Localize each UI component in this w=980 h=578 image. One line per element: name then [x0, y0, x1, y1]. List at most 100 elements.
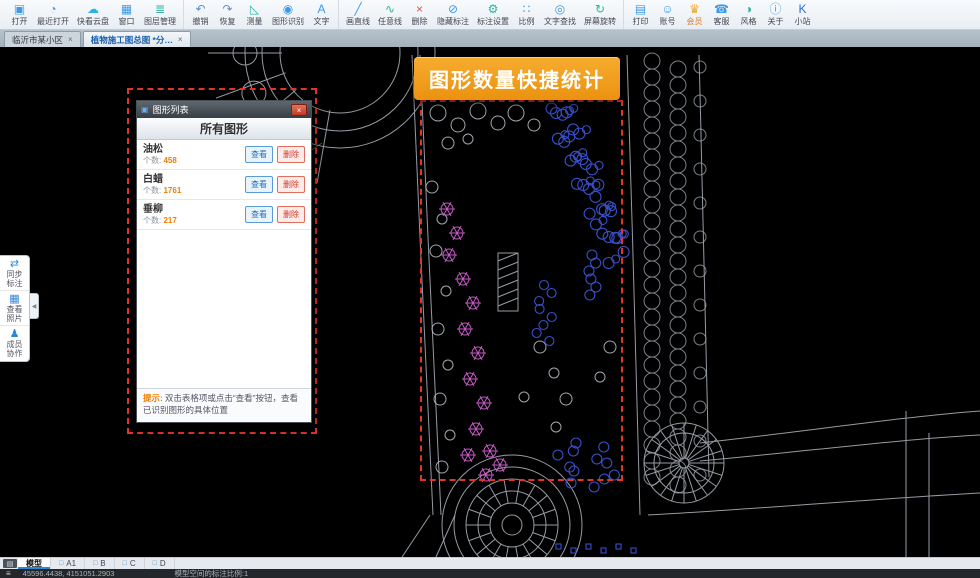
- dialog-close-button[interactable]: ×: [291, 104, 307, 116]
- shape-recognize-icon: ◉: [283, 3, 293, 16]
- vip-member-button[interactable]: ♛ 会员: [681, 0, 708, 29]
- toolbar-button-label: 打开: [12, 17, 28, 26]
- measure-button[interactable]: ◺ 测量: [241, 0, 268, 29]
- member-collab-button[interactable]: ♟ 成员协作: [0, 326, 29, 361]
- text-icon: A: [317, 3, 325, 16]
- tab-model[interactable]: 模型: [18, 558, 51, 569]
- toolbar-group-file: ▣ 打开 ◔ 最近打开 ☁ 快看云盘 ▦ 窗口 ≣ 图层管理: [3, 0, 184, 29]
- dialog-title-bar[interactable]: ▣ 图形列表 ×: [137, 101, 311, 118]
- toolbar-button-label: 画直线: [346, 17, 370, 26]
- cloud-icon: ☁: [87, 3, 99, 16]
- toolbar-button-label: 账号: [660, 17, 676, 26]
- tab-document-2-active[interactable]: 植物施工图总图 *分… ×: [83, 31, 191, 47]
- layer-manager-button[interactable]: ≣ 图层管理: [140, 0, 180, 29]
- tab-model-label: 模型: [26, 558, 42, 569]
- shape-list-row[interactable]: 油松 个数: 458 查看 删除: [137, 140, 311, 170]
- draw-line-button[interactable]: ╱ 画直线: [342, 0, 374, 29]
- account-button[interactable]: ☺ 账号: [654, 0, 681, 29]
- tab-label: 临沂市某小区: [12, 34, 63, 46]
- view-button[interactable]: 查看: [245, 146, 273, 163]
- tab-sheet[interactable]: □ A1: [51, 558, 85, 569]
- hide-annotation-button[interactable]: ⊘ 隐藏标注: [433, 0, 473, 29]
- delete-button[interactable]: 删除: [277, 146, 305, 163]
- tab-document-1[interactable]: 临沂市某小区 ×: [4, 31, 81, 47]
- freehand-line-button[interactable]: ∿ 任意线: [374, 0, 406, 29]
- window-button[interactable]: ▦ 窗口: [113, 0, 140, 29]
- view-button[interactable]: 查看: [245, 176, 273, 193]
- delete-tool-button[interactable]: × 删除: [406, 0, 433, 29]
- cloud-drive-button[interactable]: ☁ 快看云盘: [73, 0, 113, 29]
- view-button[interactable]: 查看: [245, 206, 273, 223]
- toolbar-button-label: 最近打开: [37, 17, 69, 26]
- panel-item-label: 成员协作: [6, 341, 24, 359]
- open-button[interactable]: ▣ 打开: [6, 0, 33, 29]
- delete-button[interactable]: 删除: [277, 206, 305, 223]
- shape-recognize-button[interactable]: ◉ 图形识别: [268, 0, 308, 29]
- shape-list-row[interactable]: 白蜡 个数: 1761 查看 删除: [137, 170, 311, 200]
- line-icon: ╱: [354, 3, 361, 16]
- panel-collapse-handle[interactable]: ◀: [30, 293, 39, 319]
- support-button[interactable]: ☎ 客服: [708, 0, 735, 29]
- sync-annotation-button[interactable]: ⇄ 同步标注: [0, 256, 29, 291]
- dialog-hint: 提示:双击表格项或点击“查看”按钮，查看已识别图形的具体位置: [137, 388, 311, 422]
- row-actions: 查看 删除: [245, 146, 305, 163]
- menu-icon[interactable]: ≡: [6, 569, 11, 578]
- shape-list-row[interactable]: 垂柳 个数: 217 查看 删除: [137, 200, 311, 230]
- toolbar-button-label: 文字: [314, 17, 330, 26]
- shape-info: 白蜡 个数: 1761: [143, 174, 245, 196]
- panel-item-label: 查看照片: [6, 306, 24, 324]
- left-tool-panel: ⇄ 同步标注 ▦ 查看照片 ♟ 成员协作: [0, 255, 30, 362]
- text-find-button[interactable]: ◎ 文字查找: [540, 0, 580, 29]
- tab-sheet[interactable]: □ B: [85, 558, 115, 569]
- screen-rotate-button[interactable]: ↻ 屏幕旋转: [580, 0, 620, 29]
- close-icon[interactable]: ×: [178, 35, 183, 44]
- user-icon: ☺: [661, 3, 673, 16]
- vip-crown-icon: ♛: [689, 3, 700, 16]
- annotation-settings-button[interactable]: ⚙ 标注设置: [473, 0, 513, 29]
- mini-site-button[interactable]: K 小站: [789, 0, 816, 29]
- redo-button[interactable]: ↷ 恢复: [214, 0, 241, 29]
- shape-count: 个数: 458: [143, 156, 245, 166]
- dialog-app-icon: ▣: [141, 105, 149, 114]
- recent-open-button[interactable]: ◔ 最近打开: [33, 0, 73, 29]
- sheet-page-icon: □: [123, 560, 127, 567]
- text-button[interactable]: A 文字: [308, 0, 335, 29]
- shape-info: 油松 个数: 458: [143, 144, 245, 166]
- coordinates-readout: 45596.4438, 4151051.2903: [23, 569, 115, 578]
- toolbar-button-label: 打印: [633, 17, 649, 26]
- status-bar: ≡ 45596.4438, 4151051.2903 模型空间的标注比例:1: [0, 569, 980, 578]
- toolbar-button-label: 图层管理: [144, 17, 176, 26]
- toolbar-button-label: 标注设置: [477, 17, 509, 26]
- sheet-list-icon[interactable]: ▤: [3, 559, 17, 568]
- toolbar-button-label: 窗口: [119, 17, 135, 26]
- toolbar-group-draw: ╱ 画直线 ∿ 任意线 × 删除 ⊘ 隐藏标注 ⚙ 标注设置 ∷ 比例 ◎ 文字…: [339, 0, 624, 29]
- view-photos-button[interactable]: ▦ 查看照片: [0, 291, 29, 326]
- sheet-page-icon: □: [93, 560, 97, 567]
- scale-button[interactable]: ∷ 比例: [513, 0, 540, 29]
- toolbar-button-label: 风格: [741, 17, 757, 26]
- toolbar-button-label: 删除: [412, 17, 428, 26]
- k-logo-icon: K: [798, 3, 806, 16]
- print-button[interactable]: ▤ 打印: [627, 0, 654, 29]
- sheet-tab-bar: ▤ 模型 □ A1 □ B □ C □ D: [0, 557, 980, 569]
- toolbar-button-label: 恢复: [220, 17, 236, 26]
- theme-icon: ◑: [745, 3, 752, 16]
- shape-count: 个数: 217: [143, 216, 245, 226]
- sheet-page-icon: □: [59, 560, 63, 567]
- cad-canvas[interactable]: 图形数量快捷统计 ▣ 图形列表 × 所有图形 油松 个数: 458 查看 删除 …: [0, 47, 980, 557]
- toolbar-button-label: 屏幕旋转: [584, 17, 616, 26]
- freehand-icon: ∿: [385, 3, 395, 16]
- delete-button[interactable]: 删除: [277, 176, 305, 193]
- tab-sheet[interactable]: □ D: [145, 558, 175, 569]
- annotation-scale-readout: 模型空间的标注比例:1: [174, 568, 248, 578]
- hint-label: 提示:: [143, 393, 163, 403]
- undo-button[interactable]: ↶ 撤销: [187, 0, 214, 29]
- info-icon: ⓘ: [769, 3, 781, 16]
- undo-icon: ↶: [195, 3, 205, 16]
- layers-icon: ≣: [155, 3, 165, 16]
- style-button[interactable]: ◑ 风格: [735, 0, 762, 29]
- tab-label: 植物施工图总图 *分…: [91, 34, 173, 46]
- close-icon[interactable]: ×: [68, 35, 73, 44]
- tab-sheet[interactable]: □ C: [115, 558, 145, 569]
- about-button[interactable]: ⓘ 关于: [762, 0, 789, 29]
